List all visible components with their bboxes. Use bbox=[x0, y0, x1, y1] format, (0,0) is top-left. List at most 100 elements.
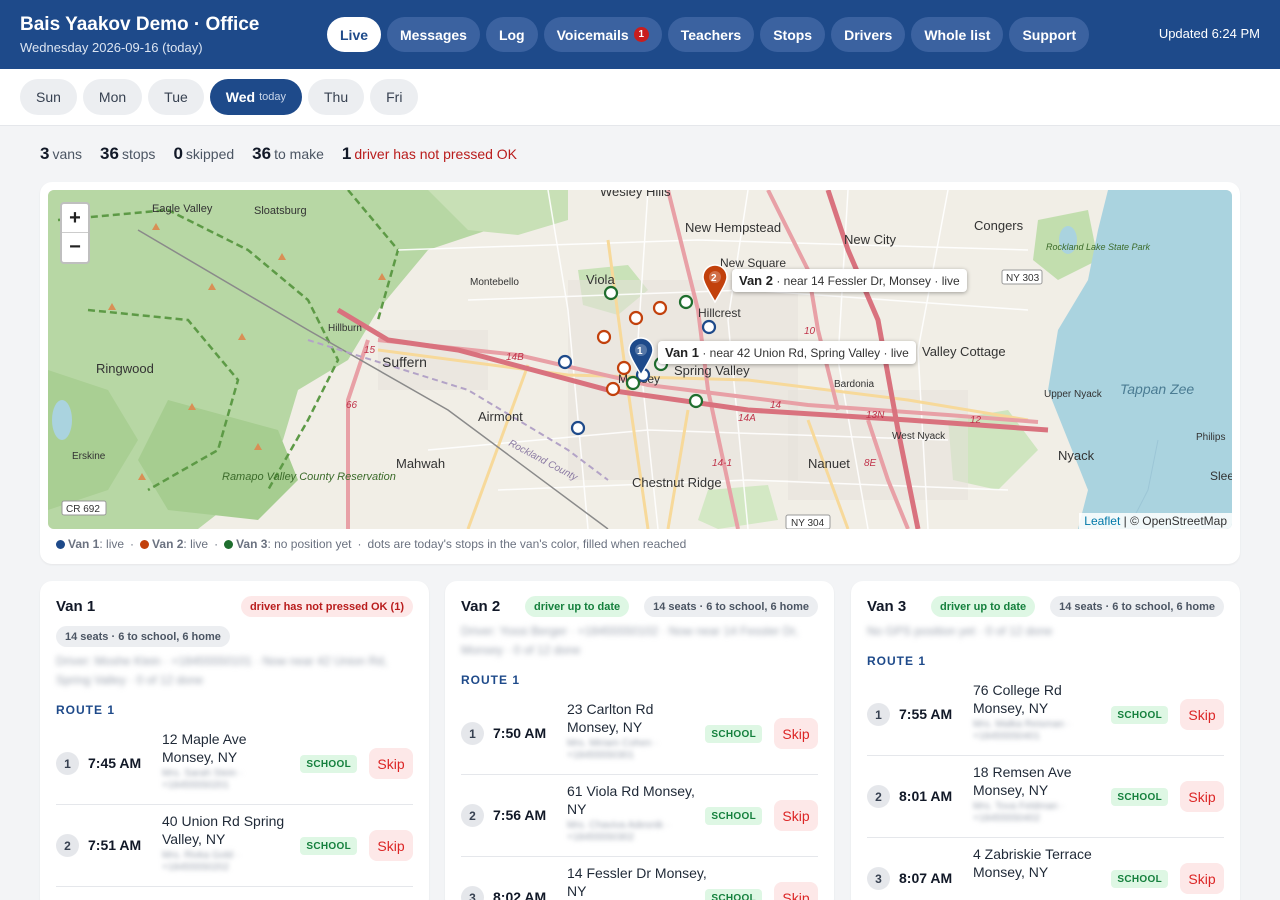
school-tag: SCHOOL bbox=[1111, 706, 1168, 724]
school-tag: SCHOOL bbox=[1111, 788, 1168, 806]
van-card-3: Van 3 driver up to date 14 seats · 6 to … bbox=[851, 581, 1240, 900]
place-ringwood: Ringwood bbox=[96, 361, 154, 376]
place-eagle-valley: Eagle Valley bbox=[152, 203, 213, 215]
live-map[interactable]: NY 303 CR 692 NY 304 14B 14A 14 13N 12 8… bbox=[48, 190, 1232, 529]
stop-address: 40 Union Rd Spring Valley, NY bbox=[162, 813, 285, 847]
stop-number: 3 bbox=[461, 886, 484, 900]
updated-time: Updated 6:24 PM bbox=[1158, 26, 1260, 41]
place-mahwah: Mahwah bbox=[396, 456, 445, 471]
stop-row: 3 8:02 AM 14 Fessler Dr Monsey, NY SCHOO… bbox=[461, 857, 818, 900]
place-philips: Philips bbox=[1196, 432, 1225, 443]
driver-status-badge: driver up to date bbox=[525, 596, 630, 617]
route-label: ROUTE 1 bbox=[56, 703, 116, 717]
stop-row: 2 7:56 AM 61 Viola Rd Monsey, NY Mrs. Ch… bbox=[461, 775, 818, 857]
stat-stops: 36 stops bbox=[100, 144, 155, 164]
day-tab-mon[interactable]: Mon bbox=[82, 79, 143, 115]
top-header: Bais Yaakov Demo · Office Wednesday 2026… bbox=[0, 0, 1280, 69]
road-label-cr692: CR 692 bbox=[66, 504, 100, 515]
place-rockland-lake: Rockland Lake State Park bbox=[1046, 242, 1151, 252]
stop-row: 2 8:01 AM 18 Remsen Ave Monsey, NY Mrs. … bbox=[867, 756, 1224, 838]
road-label-8e: 8E bbox=[864, 458, 877, 469]
stat-skipped-label: skipped bbox=[185, 146, 235, 162]
place-tappan-zee: Tappan Zee bbox=[1120, 381, 1194, 397]
place-spring-valley: Spring Valley bbox=[674, 363, 750, 378]
tab-voicemails[interactable]: Voicemails 1 bbox=[543, 17, 662, 52]
tab-support-label: Support bbox=[1022, 26, 1077, 43]
zoom-out-button[interactable]: − bbox=[62, 233, 88, 262]
skip-button[interactable]: Skip bbox=[774, 718, 818, 749]
zoom-in-button[interactable]: + bbox=[62, 204, 88, 233]
tab-drivers[interactable]: Drivers bbox=[831, 17, 906, 52]
legend-van3: Van 3: no position yet bbox=[224, 537, 352, 551]
place-viola: Viola bbox=[586, 272, 615, 287]
van-name: Van 3 bbox=[867, 598, 907, 615]
stop-number: 2 bbox=[461, 804, 484, 827]
place-hillburn: Hillburn bbox=[328, 323, 362, 334]
tab-live[interactable]: Live bbox=[327, 17, 382, 52]
stop-number: 3 bbox=[867, 867, 890, 890]
road-label-66: 66 bbox=[346, 400, 358, 411]
stop-row: 3 8:07 AM 4 Zabriskie Terrace Monsey, NY… bbox=[867, 838, 1224, 900]
road-label-13n: 13N bbox=[866, 410, 885, 421]
stop-row: 1 7:45 AM 12 Maple Ave Monsey, NY Mrs. S… bbox=[56, 723, 413, 805]
stop-number: 1 bbox=[56, 752, 79, 775]
tab-messages[interactable]: Messages bbox=[387, 17, 480, 52]
tab-teachers-label: Teachers bbox=[680, 26, 742, 43]
skip-button[interactable]: Skip bbox=[369, 748, 413, 779]
place-erskine: Erskine bbox=[72, 451, 106, 462]
day-tab-sun[interactable]: Sun bbox=[20, 79, 77, 115]
stop-address: 23 Carlton Rd Monsey, NY bbox=[567, 701, 654, 735]
stat-to-make: 36 to make bbox=[252, 144, 324, 164]
school-tag: SCHOOL bbox=[705, 889, 762, 900]
tab-whole-list-label: Whole list bbox=[924, 26, 991, 43]
place-new-hempstead: New Hempstead bbox=[685, 220, 781, 235]
stop-contact: Mrs. Sarah Stein · +18455550201 bbox=[162, 768, 243, 791]
day-tab-tue[interactable]: Tue bbox=[148, 79, 204, 115]
stop-row: 1 7:55 AM 76 College Rd Monsey, NY Mrs. … bbox=[867, 674, 1224, 756]
stop-address: 4 Zabriskie Terrace Monsey, NY bbox=[973, 846, 1092, 880]
road-label-14-1: 14-1 bbox=[712, 458, 732, 469]
skip-button[interactable]: Skip bbox=[1180, 781, 1224, 812]
stat-not-ok-value: 1 bbox=[341, 144, 352, 163]
tab-live-label: Live bbox=[340, 26, 369, 43]
skip-button[interactable]: Skip bbox=[774, 882, 818, 900]
tab-log[interactable]: Log bbox=[485, 17, 538, 52]
skip-button[interactable]: Skip bbox=[774, 800, 818, 831]
place-upper-nyack: Upper Nyack bbox=[1044, 389, 1103, 400]
stat-not-ok: 1 driver has not pressed OK bbox=[342, 144, 517, 164]
tab-teachers[interactable]: Teachers bbox=[667, 17, 755, 52]
school-tag: SCHOOL bbox=[300, 755, 357, 773]
day-tab-wed[interactable]: Wed today bbox=[209, 79, 302, 115]
stop-time: 8:02 AM bbox=[493, 889, 547, 900]
stop-contact: Mrs. Miriam Cohen · +18455550301 bbox=[567, 738, 658, 761]
tab-whole-list[interactable]: Whole list bbox=[911, 17, 1004, 52]
stop-time: 7:55 AM bbox=[899, 706, 953, 722]
legend-van3-name: Van 3 bbox=[236, 537, 268, 551]
place-valley-cottage: Valley Cottage bbox=[922, 344, 1006, 359]
day-selector: Sun Mon Tue Wed today Thu Fri bbox=[0, 69, 1280, 126]
tab-stops[interactable]: Stops bbox=[760, 17, 826, 52]
skip-button[interactable]: Skip bbox=[369, 830, 413, 861]
zoom-control: + − bbox=[60, 202, 90, 264]
place-bardonia: Bardonia bbox=[834, 379, 874, 390]
skip-button[interactable]: Skip bbox=[1180, 863, 1224, 894]
stop-address: 76 College Rd Monsey, NY bbox=[973, 682, 1062, 716]
stop-contact: Mrs. Tova Feldman · +18455550402 bbox=[973, 801, 1064, 824]
day-tab-thu[interactable]: Thu bbox=[308, 79, 365, 115]
svg-text:2: 2 bbox=[711, 273, 717, 284]
stop-time: 7:50 AM bbox=[493, 725, 547, 741]
osm-attribution[interactable]: | © OpenStreetMap bbox=[1124, 514, 1227, 528]
road-label-14b: 14B bbox=[506, 352, 524, 363]
van-card-1: Van 1 driver has not pressed OK (1) 14 s… bbox=[40, 581, 429, 900]
stop-row: 1 7:50 AM 23 Carlton Rd Monsey, NY Mrs. … bbox=[461, 693, 818, 775]
stop-number: 1 bbox=[867, 703, 890, 726]
legend-sep: · bbox=[357, 537, 362, 551]
stat-skipped-value: 0 bbox=[173, 144, 183, 163]
leaflet-link[interactable]: Leaflet bbox=[1084, 514, 1120, 528]
tab-drivers-label: Drivers bbox=[844, 26, 893, 43]
tab-support[interactable]: Support bbox=[1009, 17, 1090, 52]
day-tab-fri[interactable]: Fri bbox=[370, 79, 419, 115]
school-tag: SCHOOL bbox=[1111, 870, 1168, 888]
skip-button[interactable]: Skip bbox=[1180, 699, 1224, 730]
road-label-14a: 14A bbox=[738, 413, 756, 424]
